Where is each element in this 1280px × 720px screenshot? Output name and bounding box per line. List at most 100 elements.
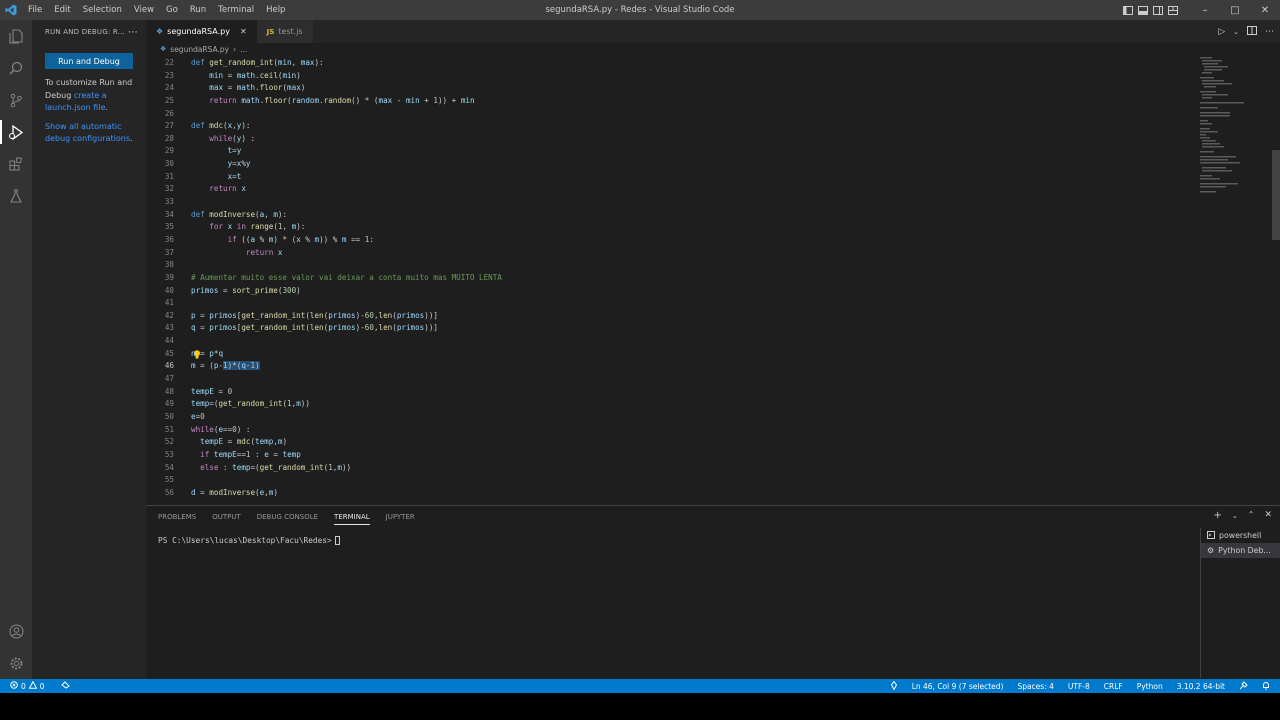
code-line[interactable]: y=x%y: [191, 158, 251, 171]
terminal-dropdown-icon[interactable]: ⌄: [1232, 512, 1238, 521]
account-icon[interactable]: [0, 615, 32, 647]
terminal-output[interactable]: PS C:\Users\lucas\Desktop\Facu\Redes>: [146, 528, 1280, 545]
split-editor-icon[interactable]: [1247, 25, 1257, 38]
warning-icon: [28, 680, 38, 691]
run-file-icon[interactable]: ▷: [1218, 27, 1225, 37]
code-line[interactable]: min = math.ceil(min): [191, 70, 300, 83]
breadcrumb: ❖ segundaRSA.py › ...: [146, 43, 1280, 55]
editor-scrollbar[interactable]: [1272, 150, 1280, 240]
search-icon[interactable]: [0, 52, 32, 84]
code-line[interactable]: temp=(get_random_int(1,m)): [191, 398, 310, 411]
settings-gear-icon[interactable]: [0, 647, 32, 679]
code-line[interactable]: n = p*q: [191, 348, 223, 361]
code-line[interactable]: p = primos[get_random_int(len(primos)-60…: [191, 310, 438, 323]
customize-layout-icon[interactable]: [1165, 0, 1180, 20]
menu-edit[interactable]: Edit: [48, 0, 76, 20]
editor-more-icon[interactable]: ⋯: [1265, 27, 1274, 37]
code-line[interactable]: return math.floor(random.random() * (max…: [191, 95, 474, 108]
indentation[interactable]: Spaces: 4: [1017, 682, 1053, 691]
line-number: 40: [164, 285, 174, 295]
menu-view[interactable]: View: [128, 0, 160, 20]
cursor-position[interactable]: Ln 46, Col 9 (7 selected): [912, 682, 1004, 691]
code-line[interactable]: def get_random_int(min, max):: [191, 57, 324, 70]
maximize-icon[interactable]: □: [1220, 0, 1250, 20]
run-dropdown-icon[interactable]: ⌄: [1233, 28, 1239, 36]
minimap[interactable]: [1200, 57, 1270, 217]
extensions-icon[interactable]: [0, 148, 32, 180]
breadcrumb-file[interactable]: segundaRSA.py: [170, 45, 229, 54]
run-and-debug-icon[interactable]: [0, 116, 32, 148]
code-line[interactable]: t=y: [191, 145, 242, 158]
code-line[interactable]: for x in range(1, m):: [191, 221, 305, 234]
code-line[interactable]: # Aumentar muito esse valor vai deixar a…: [191, 272, 502, 285]
editor-area: ❖ segundaRSA.py ✕ JS test.js ▷ ⌄ ⋯ ❖ seg…: [146, 20, 1280, 505]
code-line[interactable]: e=0: [191, 411, 205, 424]
python-icon: ❖: [156, 27, 164, 36]
code-line[interactable]: if ((a % m) * (x % m)) % m == 1:: [191, 234, 374, 247]
code-editor[interactable]: 22 def get_random_int(min, max): 23 min =…: [146, 57, 1186, 505]
code-line[interactable]: max = math.floor(max): [191, 82, 305, 95]
feedback-icon[interactable]: [1239, 680, 1248, 692]
toggle-sidebar-icon[interactable]: [1120, 0, 1135, 20]
remote-status-icon[interactable]: [890, 680, 898, 692]
close-icon[interactable]: ✕: [1250, 0, 1280, 20]
code-line[interactable]: while(e==0) :: [191, 424, 250, 437]
maximize-panel-icon[interactable]: ⌃: [1248, 510, 1255, 521]
tab-segundarsa[interactable]: ❖ segundaRSA.py ✕: [146, 20, 257, 43]
error-icon: [10, 681, 18, 691]
line-number: 31: [164, 171, 174, 181]
code-line[interactable]: def mdc(x,y):: [191, 120, 250, 133]
show-all-configurations-link[interactable]: Show all automatic debug configurations: [45, 122, 130, 144]
code-line[interactable]: m = (p-1)*(q-1): [191, 360, 260, 373]
python-interpreter[interactable]: 3.10.2 64-bit: [1177, 682, 1225, 691]
tab-output[interactable]: OUTPUT: [212, 513, 241, 521]
run-and-debug-button[interactable]: Run and Debug: [45, 53, 133, 69]
menu-run[interactable]: Run: [184, 0, 212, 20]
toggle-panel-icon[interactable]: [1135, 0, 1150, 20]
menu-selection[interactable]: Selection: [77, 0, 128, 20]
problems-status[interactable]: 0 0: [10, 680, 45, 691]
menu-help[interactable]: Help: [260, 0, 291, 20]
tab-jupyter[interactable]: JUPYTER: [386, 513, 415, 521]
code-line[interactable]: tempE = mdc(temp,m): [191, 436, 287, 449]
title-controls: – □ ✕: [1120, 0, 1280, 20]
language-mode[interactable]: Python: [1137, 682, 1163, 691]
remote-debug-icon[interactable]: [60, 681, 70, 691]
code-line[interactable]: d = modInverse(e,m): [191, 487, 278, 500]
menu-file[interactable]: File: [22, 0, 48, 20]
tab-debug-console[interactable]: DEBUG CONSOLE: [257, 513, 318, 521]
tab-test-js[interactable]: JS test.js: [256, 20, 313, 43]
encoding[interactable]: UTF-8: [1068, 682, 1090, 691]
notifications-icon[interactable]: [1262, 681, 1270, 692]
code-line[interactable]: while(y) :: [191, 133, 255, 146]
menu-terminal[interactable]: Terminal: [212, 0, 260, 20]
code-line[interactable]: primos = sort_prime(300): [191, 285, 301, 298]
code-line[interactable]: return x: [191, 183, 246, 196]
tab-problems[interactable]: PROBLEMS: [158, 513, 196, 521]
menu-go[interactable]: Go: [160, 0, 184, 20]
title-bar: File Edit Selection View Go Run Terminal…: [0, 0, 1280, 20]
explorer-icon[interactable]: [0, 20, 32, 52]
terminal-item-powershell[interactable]: powershell: [1201, 528, 1280, 543]
sidebar-header: RUN AND DEBUG: R... ⋯: [32, 20, 146, 44]
code-line[interactable]: x=t: [191, 171, 242, 184]
new-terminal-icon[interactable]: +: [1213, 510, 1221, 521]
source-control-icon[interactable]: [0, 84, 32, 116]
more-actions-icon[interactable]: ⋯: [128, 27, 138, 38]
tab-close-icon[interactable]: ✕: [240, 27, 247, 36]
menu-bar: File Edit Selection View Go Run Terminal…: [22, 0, 291, 20]
code-line[interactable]: return x: [191, 247, 283, 260]
code-line[interactable]: q = primos[get_random_int(len(primos)-60…: [191, 322, 438, 335]
tab-terminal[interactable]: TERMINAL: [334, 513, 370, 525]
code-line[interactable]: if tempE==1 : e = temp: [191, 449, 301, 462]
code-line[interactable]: tempE = 0: [191, 386, 232, 399]
code-line[interactable]: else : temp=(get_random_int(1,m)): [191, 462, 351, 475]
line-ending[interactable]: CRLF: [1104, 682, 1123, 691]
code-line[interactable]: def modInverse(a, m):: [191, 209, 287, 222]
breadcrumb-more[interactable]: ...: [240, 45, 247, 54]
toggle-secondary-sidebar-icon[interactable]: [1150, 0, 1165, 20]
terminal-item-python-debug[interactable]: ⚙ Python Deb...: [1201, 543, 1280, 558]
testing-icon[interactable]: [0, 180, 32, 212]
close-panel-icon[interactable]: ✕: [1264, 510, 1272, 521]
minimize-icon[interactable]: –: [1190, 0, 1220, 20]
